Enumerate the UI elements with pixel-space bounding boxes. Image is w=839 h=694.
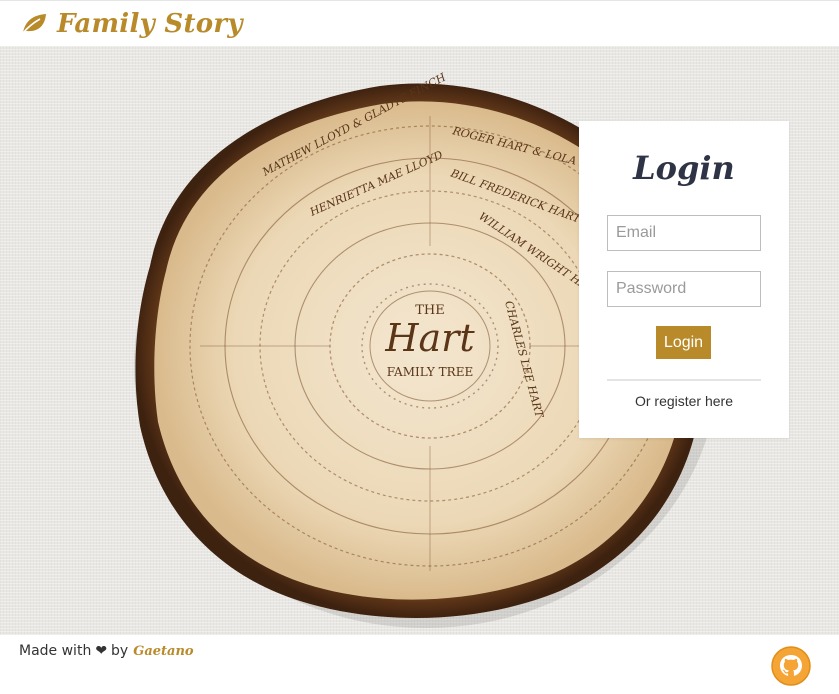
footer-credit: Made with ❤ by Gaetano: [19, 643, 194, 659]
github-icon[interactable]: [771, 646, 811, 686]
brand-link[interactable]: Family Story: [19, 9, 243, 39]
wood-center-hart: Hart: [384, 316, 475, 360]
form-divider: [607, 379, 761, 381]
hero-background: MATHEW LLOYD & GLADYS FINCH ROGER HART &…: [0, 46, 839, 635]
author-link[interactable]: Gaetano: [133, 644, 193, 659]
heart-icon: ❤: [95, 643, 108, 659]
login-card: Login Login Or register here: [579, 121, 789, 438]
brand-name: Family Story: [57, 8, 243, 39]
wood-center-family-tree: FAMILY TREE: [387, 365, 473, 379]
made-with-text: Made with: [19, 643, 92, 659]
by-text: by: [111, 643, 129, 659]
register-link[interactable]: Or register here: [579, 393, 789, 409]
leaf-icon: [22, 13, 46, 34]
email-input[interactable]: [607, 215, 761, 251]
login-button[interactable]: Login: [656, 326, 711, 359]
footer: Made with ❤ by Gaetano: [0, 635, 839, 694]
password-input[interactable]: [607, 271, 761, 307]
navbar: Family Story: [0, 0, 839, 46]
login-title: Login: [633, 149, 735, 187]
